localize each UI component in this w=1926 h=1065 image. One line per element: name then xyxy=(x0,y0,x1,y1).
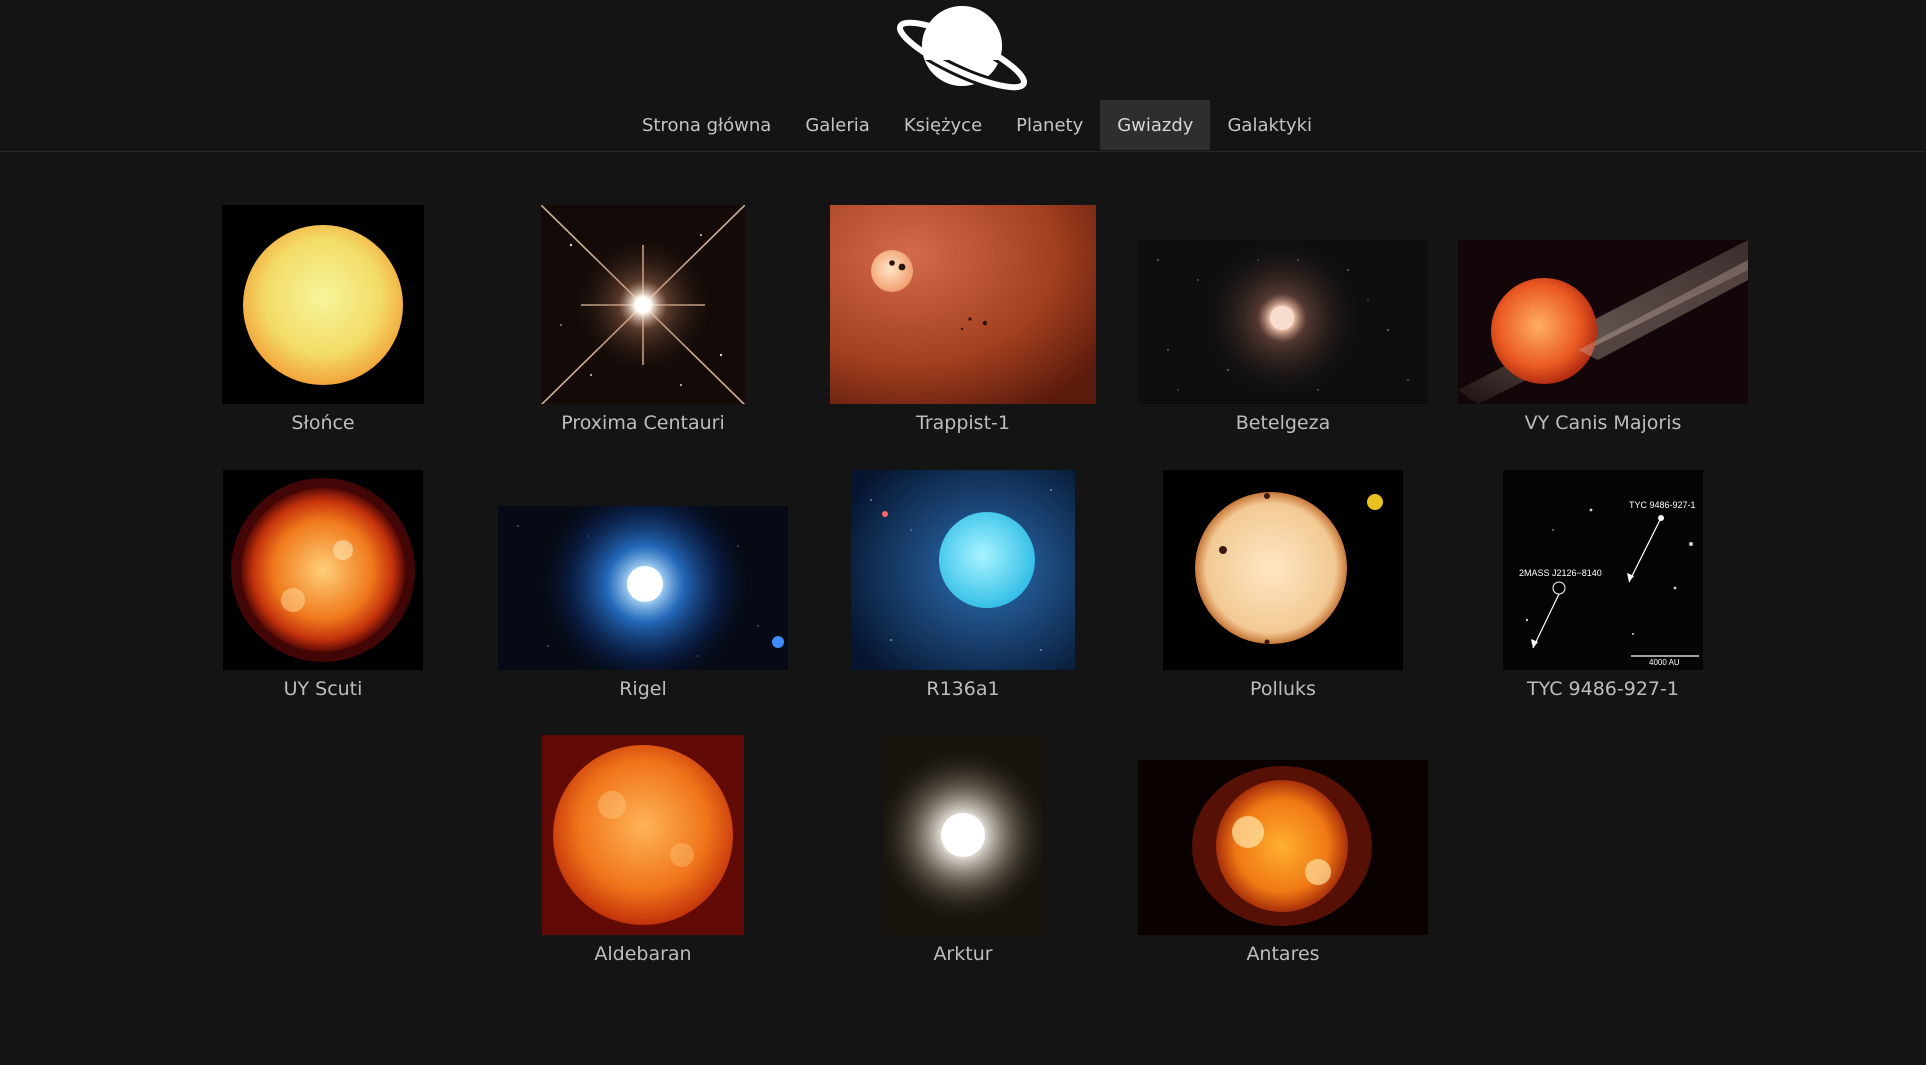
star-card-tyc-9486-927-1[interactable]: TYC 9486-927-1 2MASS J2126−8140 4000 AU … xyxy=(1443,470,1763,701)
sun-image[interactable] xyxy=(222,205,424,404)
2mass-label: 2MASS J2126−8140 xyxy=(1519,568,1602,578)
star-card-r136a1[interactable]: R136a1 xyxy=(803,470,1123,701)
star-card-arcturus[interactable]: Arktur xyxy=(803,735,1123,966)
star-card-betelgeuse[interactable]: Betelgeza xyxy=(1123,205,1443,435)
r136a1-image[interactable] xyxy=(851,470,1075,670)
aldebaran-image[interactable] xyxy=(542,735,744,935)
antares-image[interactable] xyxy=(1138,760,1428,935)
star-name: Słońce xyxy=(291,412,355,434)
star-name: UY Scuti xyxy=(283,678,363,700)
star-card-sun[interactable]: Słońce xyxy=(163,205,483,435)
star-name: Betelgeza xyxy=(1235,412,1331,434)
star-card-rigel[interactable]: Rigel xyxy=(483,470,803,701)
proxima-centauri-image[interactable] xyxy=(541,205,745,404)
star-card-proxima-centauri[interactable]: Proxima Centauri xyxy=(483,205,803,435)
star-name: VY Canis Majoris xyxy=(1524,412,1682,434)
arcturus-image[interactable] xyxy=(883,735,1043,935)
rigel-image[interactable] xyxy=(498,506,788,670)
stars-gallery: Słońce Proxima Centauri Trappist-1 Betel… xyxy=(0,0,1926,1065)
vy-canis-majoris-image[interactable] xyxy=(1458,240,1748,404)
star-card-aldebaran[interactable]: Aldebaran xyxy=(483,735,803,966)
betelgeuse-image[interactable] xyxy=(1138,240,1428,404)
tyc-label: TYC 9486-927-1 xyxy=(1629,500,1696,510)
star-name: Trappist-1 xyxy=(916,412,1010,434)
tyc-9486-927-1-image[interactable]: TYC 9486-927-1 2MASS J2126−8140 4000 AU xyxy=(1503,470,1703,670)
star-name: R136a1 xyxy=(926,678,1000,700)
star-name: Aldebaran xyxy=(594,943,692,965)
star-name: TYC 9486-927-1 xyxy=(1527,678,1679,700)
star-name: Arktur xyxy=(933,943,993,965)
uy-scuti-image[interactable] xyxy=(223,470,423,670)
star-name: Rigel xyxy=(619,678,667,700)
star-card-antares[interactable]: Antares xyxy=(1123,735,1443,966)
star-card-trappist-1[interactable]: Trappist-1 xyxy=(803,205,1123,435)
trappist-1-image[interactable] xyxy=(830,205,1096,404)
star-card-uy-scuti[interactable]: UY Scuti xyxy=(163,470,483,701)
scale-label: 4000 AU xyxy=(1649,658,1680,667)
star-card-vy-canis-majoris[interactable]: VY Canis Majoris xyxy=(1443,205,1763,435)
star-name: Proxima Centauri xyxy=(561,412,725,434)
star-name: Polluks xyxy=(1250,678,1316,700)
pollux-image[interactable] xyxy=(1163,470,1403,670)
star-name: Antares xyxy=(1246,943,1320,965)
star-card-pollux[interactable]: Polluks xyxy=(1123,470,1443,701)
